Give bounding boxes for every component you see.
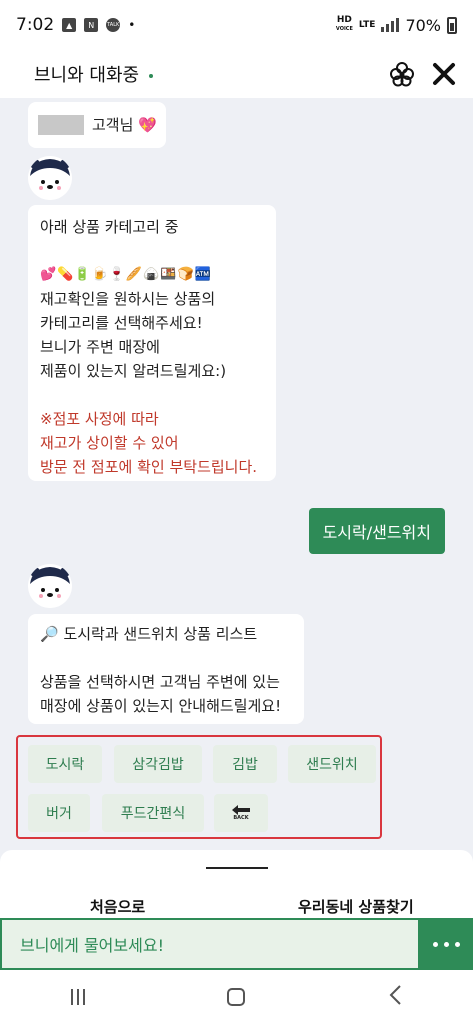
message-line: 카테고리를 선택해주세요! <box>40 314 203 332</box>
option-dosirak-button[interactable]: 도시락 <box>28 745 102 783</box>
message-title: 🔎 도시락과 샌드위치 상품 리스트 <box>40 625 258 643</box>
home-button[interactable] <box>227 988 246 1006</box>
online-status-dot <box>149 74 154 78</box>
option-kimbap-button[interactable]: 김밥 <box>213 745 277 783</box>
back-label: BACK <box>233 814 249 821</box>
chevron-left-icon <box>389 985 401 1005</box>
greeting-text: 고객님 💖 <box>92 116 157 134</box>
quick-reply-group: 도시락 삼각김밥 김밥 샌드위치 버거 푸드간편식 BACK <box>16 735 382 839</box>
message-input[interactable]: 브니에게 물어보세요! <box>0 918 420 970</box>
back-nav-button[interactable] <box>388 984 402 1010</box>
talk-icon: TALK <box>106 18 121 32</box>
back-arrow-icon <box>232 804 250 815</box>
lte-indicator: LTE <box>358 19 376 30</box>
redacted-name <box>38 115 84 135</box>
naver-icon: N <box>84 18 99 32</box>
flower-icon <box>390 62 414 87</box>
message-line: 매장에 상품이 있는지 안내해드릴게요! <box>40 697 282 715</box>
warning-note: ※점포 사정에 따라 <box>40 410 159 428</box>
message-line: 제품이 있는지 알려드릴게요:) <box>40 362 227 380</box>
message-line: 브니가 주변 매장에 <box>40 338 160 356</box>
category-emojis: 💕💊🔋🍺🍷🥖🍙🍱🍞🏧 <box>40 267 212 282</box>
message-line: 아래 상품 카테고리 중 <box>40 218 179 236</box>
input-bar: 브니에게 물어보세요! <box>0 918 473 970</box>
warning-note: 방문 전 점포에 확인 부탁드립니다. <box>40 458 258 476</box>
close-button[interactable] <box>429 59 459 89</box>
more-dot-icon <box>444 941 449 947</box>
option-food-button[interactable]: 푸드간편식 <box>102 794 204 832</box>
home-link[interactable]: 처음으로 <box>90 896 145 917</box>
user-reply-bubble: 도시락/샌드위치 <box>308 508 445 554</box>
more-dot-icon <box>455 941 460 947</box>
bot-message-categories: 아래 상품 카테고리 중 💕💊🔋🍺🍷🥖🍙🍱🍞🏧 재고확인을 원하시는 상품의 카… <box>28 205 276 481</box>
message-line: 재고확인을 원하시는 상품의 <box>40 290 216 308</box>
local-search-link[interactable]: 우리동네 상품찾기 <box>298 896 414 917</box>
battery-icon <box>447 16 457 34</box>
status-time: 7:02 <box>16 15 55 35</box>
chat-header: 브니와 대화중 <box>0 50 473 98</box>
sheet-handle[interactable] <box>206 867 268 869</box>
warning-note: 재고가 상이할 수 있어 <box>40 434 179 452</box>
option-sandwich-button[interactable]: 샌드위치 <box>288 745 376 783</box>
more-dot-icon <box>433 941 438 947</box>
flower-menu-button[interactable] <box>387 59 417 89</box>
bot-avatar <box>28 156 72 200</box>
page-title: 브니와 대화중 <box>34 65 140 86</box>
close-icon <box>433 63 455 85</box>
polar-bear-icon <box>28 156 72 200</box>
system-nav-bar <box>0 970 473 1024</box>
back-button[interactable]: BACK <box>214 794 268 832</box>
gallery-icon: ▲ <box>62 18 77 32</box>
bot-message-product-list: 🔎 도시락과 샌드위치 상품 리스트 상품을 선택하시면 고객님 주변에 있는 … <box>28 614 304 724</box>
battery-percent: 70% <box>405 15 441 35</box>
greeting-bubble: 고객님 💖 <box>28 102 166 148</box>
bottom-menu: 처음으로 우리동네 상품찾기 <box>0 850 473 918</box>
status-bar: 7:02 ▲ N TALK • HD VOICE LTE 70% <box>0 0 473 50</box>
polar-bear-icon <box>28 564 72 608</box>
hd-label: HD <box>336 15 352 25</box>
bot-avatar <box>28 564 72 608</box>
more-options-button[interactable] <box>420 918 473 970</box>
option-samgak-kimbap-button[interactable]: 삼각김밥 <box>114 745 202 783</box>
hd-voice-indicator: HD VOICE <box>336 16 353 34</box>
chat-area[interactable]: 고객님 💖 아래 상품 카테고리 중 💕💊🔋🍺🍷🥖🍙🍱🍞🏧 재고확인을 원하시는… <box>0 98 473 850</box>
signal-icon <box>381 18 400 32</box>
message-line: 상품을 선택하시면 고객님 주변에 있는 <box>40 673 280 691</box>
voice-label: VOICE <box>335 26 353 32</box>
recent-apps-button[interactable] <box>71 989 86 1005</box>
notification-dot-icon: • <box>128 18 136 32</box>
option-burger-button[interactable]: 버거 <box>28 794 90 832</box>
